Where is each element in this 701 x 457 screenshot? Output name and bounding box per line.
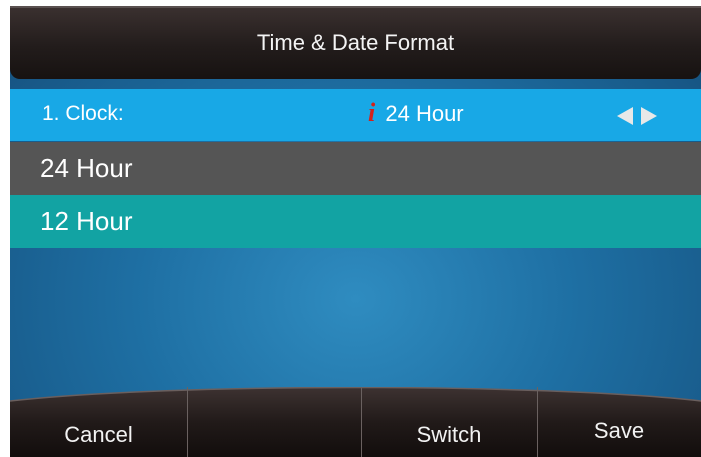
empty-softkey[interactable] <box>187 387 361 457</box>
option-12-hour[interactable]: 12 Hour <box>10 195 701 248</box>
page-title: Time & Date Format <box>10 6 701 79</box>
arrow-left-icon[interactable] <box>617 107 633 125</box>
phone-screen: Time & Date Format 1. Clock: i 24 Hour 2… <box>10 6 701 457</box>
arrow-right-icon[interactable] <box>641 107 657 125</box>
switch-button[interactable]: Switch <box>361 387 537 457</box>
save-button-label: Save <box>593 418 645 443</box>
switch-button-label: Switch <box>416 422 482 447</box>
info-icon: i <box>368 98 376 127</box>
setting-row-clock[interactable]: 1. Clock: i 24 Hour <box>10 89 701 141</box>
save-button[interactable]: Save <box>537 387 701 457</box>
setting-label: 1. Clock: <box>42 102 124 125</box>
setting-value: 24 Hour <box>385 101 464 126</box>
setting-value-group: i 24 Hour <box>368 98 464 128</box>
left-right-arrows-icon[interactable] <box>617 104 667 126</box>
option-24-hour[interactable]: 24 Hour <box>10 142 701 195</box>
cancel-button[interactable]: Cancel <box>10 387 187 457</box>
softkey-bar: Cancel Switch Save <box>10 387 701 457</box>
cancel-button-label: Cancel <box>64 422 133 447</box>
